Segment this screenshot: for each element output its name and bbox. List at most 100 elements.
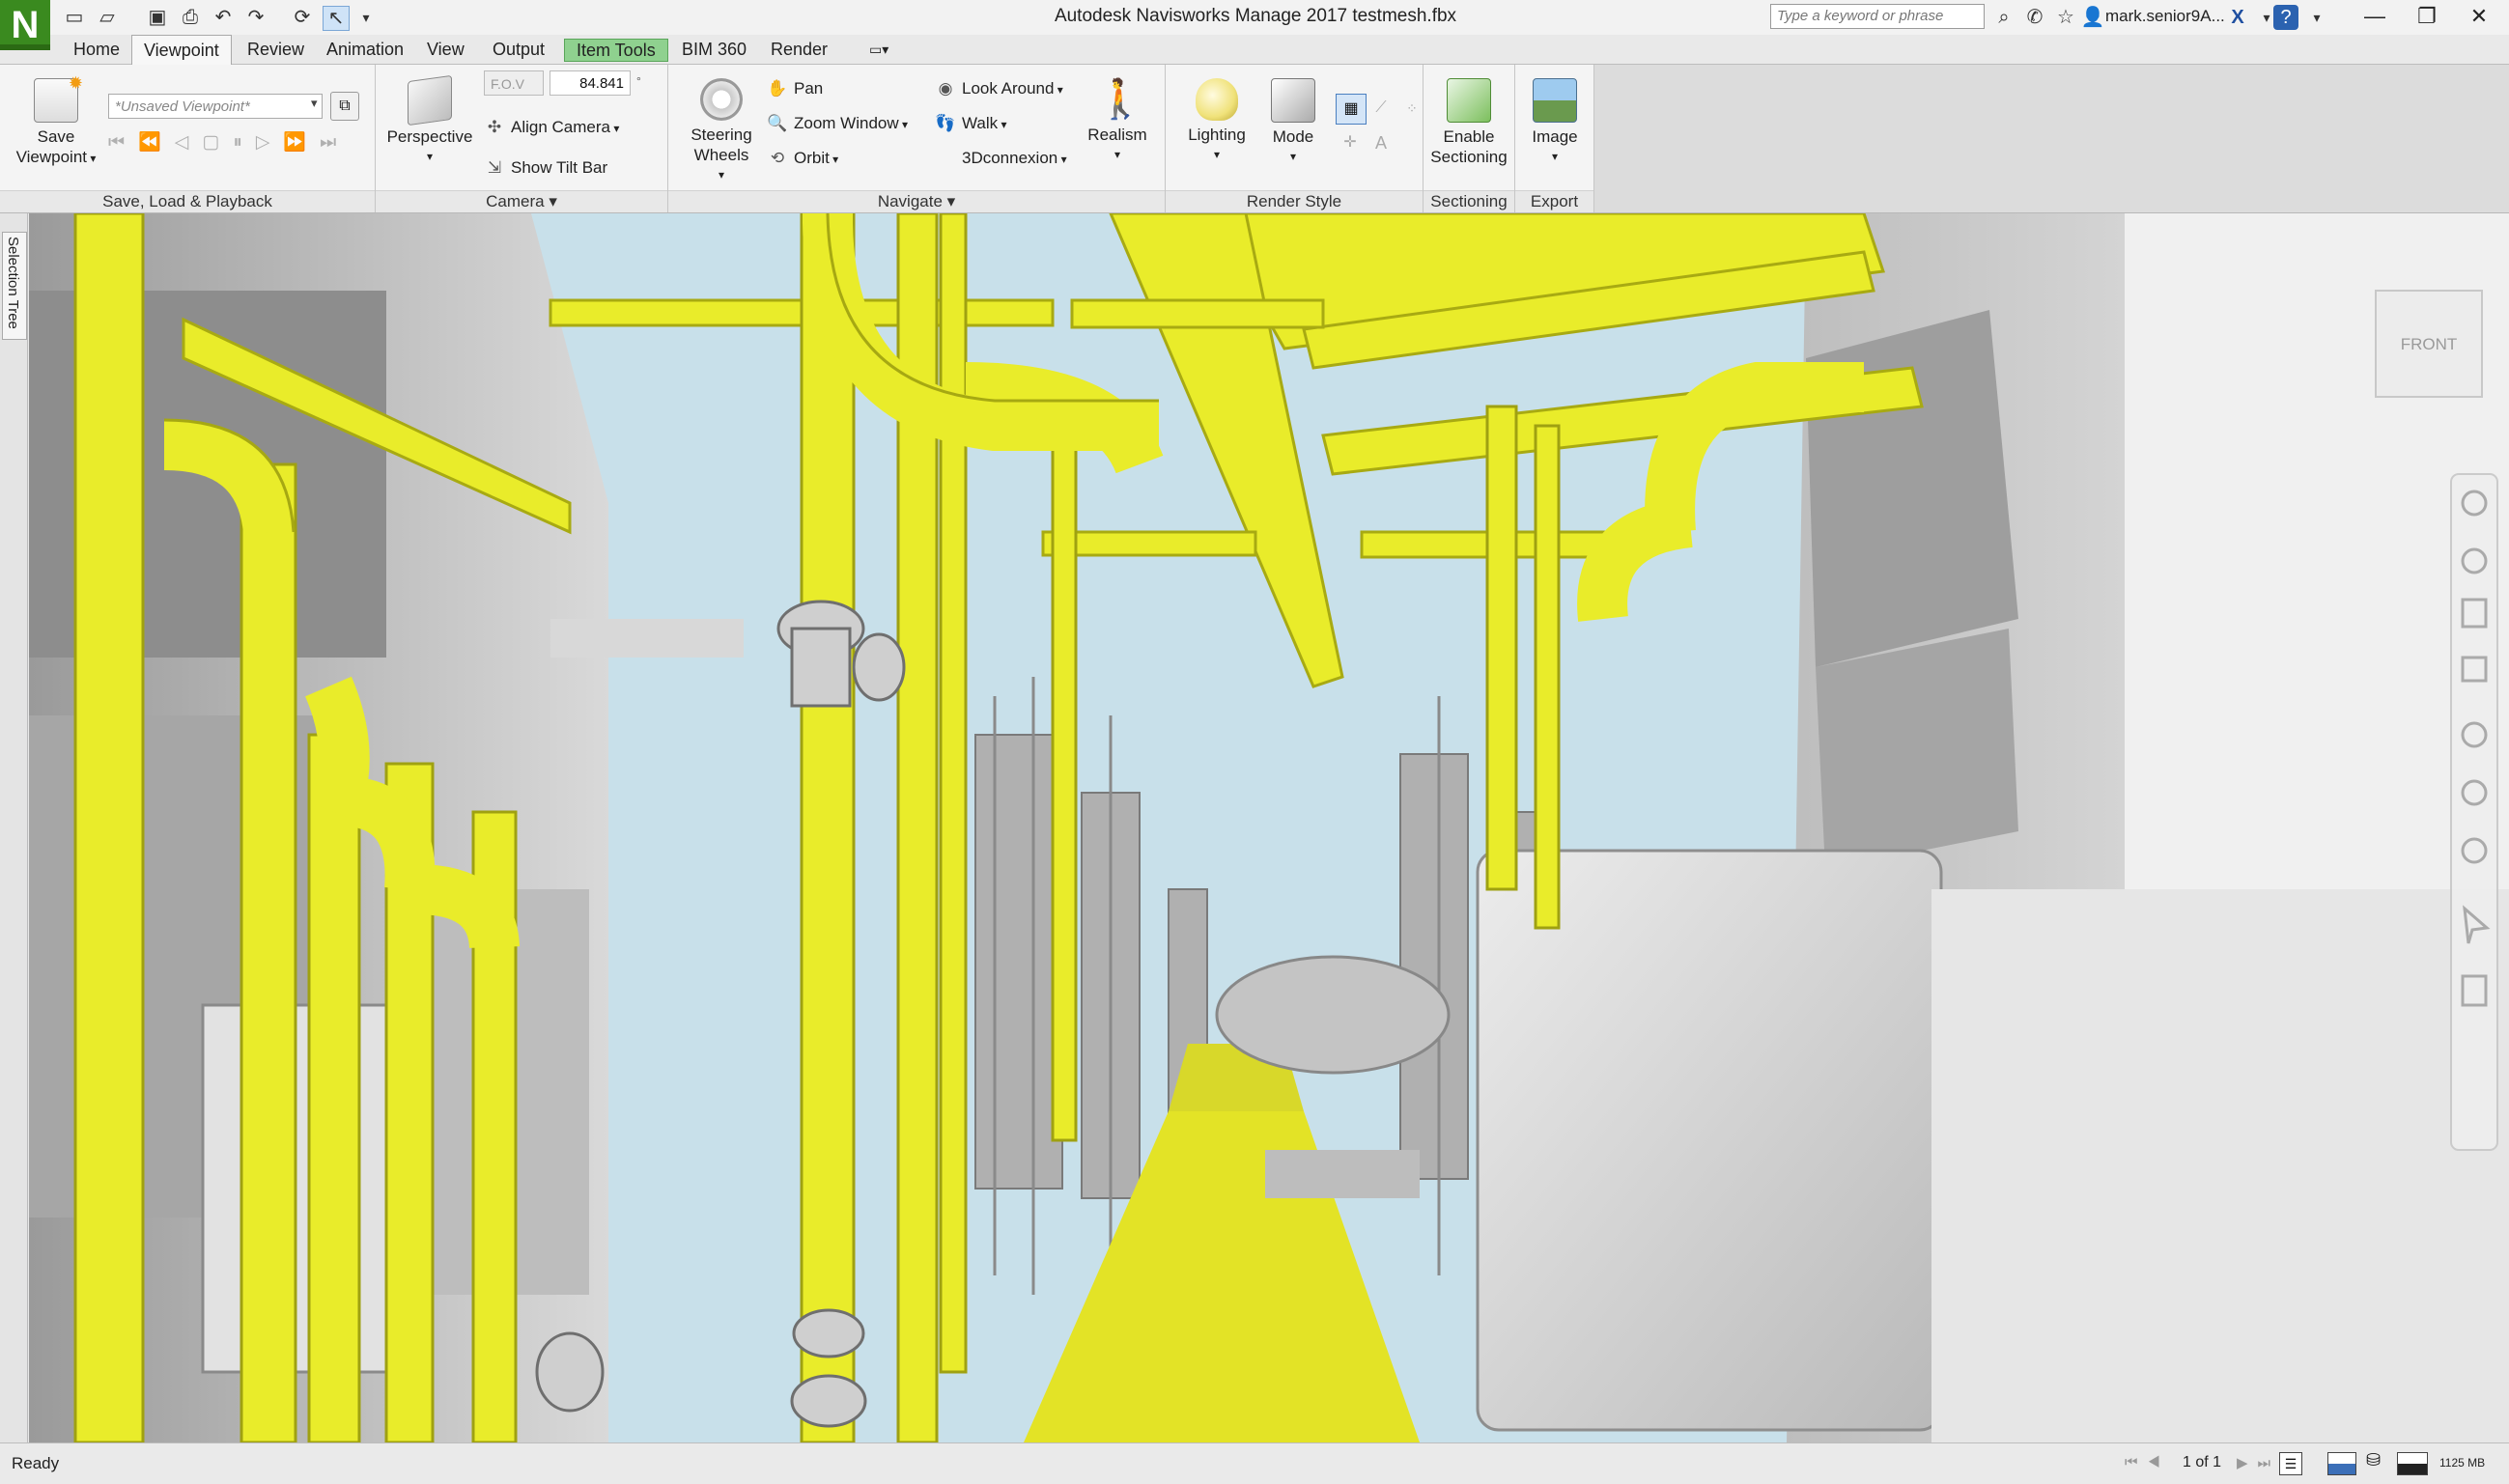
perspective-label: Perspective [386,127,473,146]
image-export-button[interactable]: Image ▾ [1519,78,1591,167]
manage-viewpoints-icon[interactable]: ⧉ [330,92,359,121]
zoom-window-label: Zoom Window [794,114,899,132]
walk-label: Walk [962,114,999,132]
tab-render[interactable]: Render [759,35,839,64]
selection-tree-tab[interactable]: Selection Tree [2,232,27,340]
page-indicator: 1 of 1 [2183,1454,2222,1470]
progress-indicator-icon [2327,1452,2356,1475]
3d-viewport[interactable]: FRONT [29,213,2509,1442]
star-icon[interactable]: ☆ [2053,5,2078,30]
save-viewpoint-label: Save Viewpoint [15,127,88,166]
align-camera-label: Align Camera [511,118,610,136]
print-icon[interactable]: ⎙ [178,6,203,29]
memory-gauge-icon [2397,1452,2428,1475]
pan-label: Pan [794,79,824,98]
fov-value-field[interactable]: 84.841 [550,70,631,96]
ribbon-options-icon[interactable]: ▭▾ [858,35,900,64]
panel-sectioning: Enable Sectioning Sectioning [1424,65,1515,212]
help-dropdown-icon[interactable]: ▾ [2304,5,2329,30]
panel-title[interactable]: Camera ▾ [376,190,667,212]
tab-view[interactable]: View [415,35,476,64]
walk-button[interactable]: 👣 Walk ▾ [935,111,1006,136]
3dconnexion-button[interactable]: 3Dconnexion ▾ [935,146,1067,171]
pan-button[interactable]: ✋ Pan [767,76,823,101]
viewcube[interactable]: FRONT [2375,290,2483,398]
enable-sectioning-button[interactable]: Enable Sectioning [1427,78,1510,167]
points-toggle-icon[interactable]: ⁘ [1397,94,1426,123]
exchange-apps-icon[interactable]: X [2225,5,2250,30]
tab-review[interactable]: Review [236,35,316,64]
page-navigation-next[interactable]: ▶⏭ [2237,1454,2280,1471]
lighting-button[interactable]: Lighting ▾ [1175,78,1258,165]
image-icon [1533,78,1577,123]
surfaces-toggle-icon[interactable]: ▦ [1336,94,1367,125]
hand-icon: ✋ [767,79,788,98]
save-viewpoint-button[interactable]: ✹ Save Viewpoint ▾ [12,73,100,169]
panel-camera: Perspective ▾ F.O.V 84.841 ° ✣ Align Camer… [376,65,668,212]
perspective-button[interactable]: Perspective ▾ [385,74,474,167]
search-input[interactable]: Type a keyword or phrase [1770,4,1985,29]
select-icon[interactable]: ↖ [323,6,350,31]
tab-item-tools[interactable]: Item Tools [564,39,668,62]
model-render: FRONT [29,213,2509,1442]
lines-toggle-icon[interactable]: ⟋ [1367,94,1395,123]
image-label: Image [1532,127,1578,146]
lighting-label: Lighting [1188,126,1246,144]
redo-icon[interactable]: ↷ [243,6,268,29]
app-logo-letter: N [11,4,40,46]
steering-wheels-button[interactable]: Steering Wheels ▾ [680,78,763,185]
chevron-down-icon[interactable]: ▾ [311,96,318,111]
footprints-icon: 👣 [935,114,956,132]
realism-button[interactable]: 🚶 Realism ▾ [1078,78,1157,165]
help-icon[interactable]: ? [2273,5,2298,30]
orbit-icon: ⟲ [770,149,785,167]
tab-bim-360[interactable]: BIM 360 [670,35,758,64]
tab-output[interactable]: Output [481,35,556,64]
refresh-icon[interactable]: ⟳ [290,6,315,29]
orbit-button[interactable]: ⟲ Orbit ▾ [767,146,838,171]
snap-points-toggle-icon[interactable]: ✛ [1336,128,1365,157]
panel-title: Export [1515,190,1593,212]
panel-title[interactable]: Navigate ▾ [668,190,1165,212]
panel-title: Save, Load & Playback [0,190,375,212]
look-around-button[interactable]: ◉ Look Around ▾ [935,76,1063,101]
undo-icon[interactable]: ↶ [211,6,236,29]
communication-center-icon[interactable]: ✆ [2022,5,2047,30]
align-camera-button[interactable]: ✣ Align Camera ▾ [484,115,619,140]
ribbon-empty-area [1593,65,2509,213]
save-icon[interactable]: ▣ [145,6,170,29]
minimize-button[interactable]: — [2345,0,2405,33]
application-menu-button[interactable]: N [0,0,50,50]
restore-button[interactable]: ❐ [2397,0,2457,33]
zoom-window-button[interactable]: 🔍 Zoom Window ▾ [767,111,908,136]
tab-animation[interactable]: Animation [315,35,415,64]
panel-render-style: Lighting ▾ Mode ▾ ▦ ⟋ ⁘ ✛ A Render Style [1166,65,1424,212]
sheet-browser-icon[interactable]: ☰ [2279,1452,2302,1475]
open-icon[interactable]: ▱ [95,6,120,29]
panel-title: Render Style [1166,190,1423,212]
playback-controls[interactable]: ⏮⏪◁▢⏸▷⏩⏭ [108,130,350,154]
navigation-bar[interactable] [2450,473,2498,1151]
new-icon[interactable]: ▭ [62,6,87,29]
tab-viewpoint[interactable]: Viewpoint [131,35,232,65]
mode-button[interactable]: Mode ▾ [1258,78,1328,167]
fov-slider[interactable]: F.O.V [484,70,544,96]
panel-export: Image ▾ Export [1515,65,1594,212]
cube-icon [408,74,452,126]
close-button[interactable]: ✕ [2449,0,2509,33]
navigate-panel-label: Navigate [877,192,943,210]
viewpoint-select[interactable]: *Unsaved Viewpoint* [108,94,323,119]
dropdown-icon[interactable]: ▾ [353,6,379,29]
3dconnexion-label: 3Dconnexion [962,149,1058,167]
binoculars-icon[interactable]: ⌕ [1991,5,2016,30]
page-navigation-prev[interactable]: ⏮◀ [2125,1454,2170,1470]
user-icon[interactable]: 👤 [2080,5,2105,30]
user-name[interactable]: mark.senior9A... [2105,7,2225,26]
window-title: Autodesk Navisworks Manage 2017 testmesh… [1054,6,1457,26]
tab-home[interactable]: Home [62,35,131,64]
person-icon: 🚶 [1096,78,1144,121]
status-text: Ready [12,1454,60,1472]
show-tilt-bar-button[interactable]: ⇲ Show Tilt Bar [484,155,607,181]
text-toggle-icon[interactable]: A [1367,128,1395,157]
look-around-label: Look Around [962,79,1055,98]
